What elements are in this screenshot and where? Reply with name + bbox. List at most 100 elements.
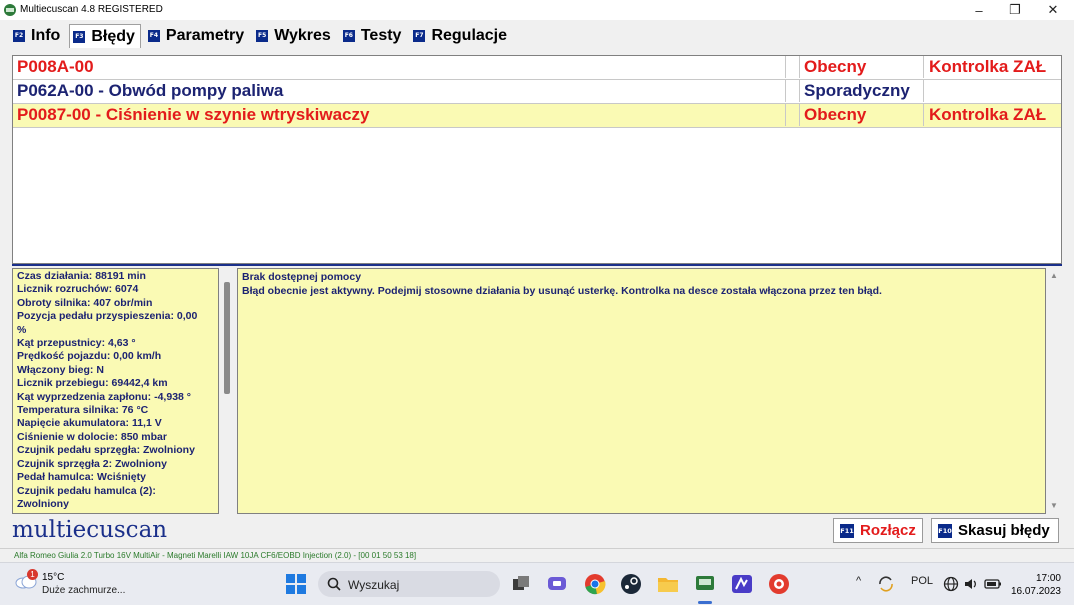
f6-key-icon: F6 xyxy=(342,30,355,42)
search-icon xyxy=(327,577,341,591)
param-line: Włączony bieg: N xyxy=(17,363,104,376)
param-line: Napięcie akumulatora: 11,1 V xyxy=(17,417,162,430)
f11-key-icon: F11 xyxy=(840,523,854,538)
param-line: % xyxy=(17,323,27,336)
param-line: Czujnik pedału sprzęgła: Zwolniony xyxy=(17,444,195,457)
tab-label: Info xyxy=(31,27,61,44)
column-separator xyxy=(785,56,786,78)
clock-time: 17:00 xyxy=(1035,573,1061,584)
search-box[interactable]: Wyszukaj xyxy=(318,571,500,597)
tab-label: Wykres xyxy=(274,27,331,44)
help-text: Błąd obecnie jest aktywny. Podejmij stos… xyxy=(242,285,882,297)
clock[interactable]: 17:00 16.07.2023 xyxy=(1009,572,1061,598)
disconnect-button[interactable]: F11 Rozłącz xyxy=(833,518,923,543)
param-line: Prędkość pojazdu: 0,00 km/h xyxy=(17,350,162,363)
tab-bar: F2 Info F3 Błędy F4 Parametry F5 Wykres … xyxy=(10,24,516,48)
params-scrollbar[interactable] xyxy=(222,268,234,514)
multiecuscan-logo: multiecuscan xyxy=(12,517,168,543)
tab-label: Parametry xyxy=(165,27,245,44)
tab-label: Błędy xyxy=(91,27,135,45)
language-indicator[interactable]: POL xyxy=(911,575,933,587)
app-icon xyxy=(4,4,16,16)
param-line: Temperatura silnika: 76 °C xyxy=(17,404,149,417)
steam-icon[interactable] xyxy=(619,572,643,596)
tray-chevron-icon[interactable]: ^ xyxy=(856,575,861,587)
battery-icon[interactable] xyxy=(984,576,1002,592)
scrollbar-thumb[interactable] xyxy=(224,282,230,394)
f4-key-icon: F4 xyxy=(147,30,160,42)
param-line: Pozycja pedału przyspieszenia: 0,00 xyxy=(17,310,198,323)
app-icon-blue[interactable] xyxy=(730,572,754,596)
dtc-row-selected[interactable]: P0087-00 - Ciśnienie w szynie wtryskiwac… xyxy=(13,104,1061,128)
dtc-lamp: Kontrolka ZAŁ xyxy=(923,56,1061,78)
column-separator xyxy=(785,104,786,126)
status-bar: Alfa Romeo Giulia 2.0 Turbo 16V MultiAir… xyxy=(0,548,1074,563)
tab-testy[interactable]: F6 Testy xyxy=(340,24,407,48)
temperature[interactable]: 15°C xyxy=(42,572,64,583)
windows-start-icon[interactable] xyxy=(284,572,308,596)
freeze-frame-parameters: Czas działania: 88191 min Licznik rozruc… xyxy=(12,268,219,514)
close-button[interactable]: ✕ xyxy=(1035,0,1071,20)
task-view-icon[interactable] xyxy=(509,572,533,596)
app-icon-red[interactable] xyxy=(767,572,791,596)
dtc-lamp xyxy=(923,80,1061,102)
network-icon[interactable] xyxy=(943,576,959,592)
param-line: Kąt wyprzedzenia zapłonu: -4,938 ° xyxy=(17,390,191,403)
sync-icon[interactable] xyxy=(876,574,896,594)
tab-info[interactable]: F2 Info xyxy=(10,24,65,48)
disconnect-label: Rozłącz xyxy=(860,522,916,539)
file-explorer-icon[interactable] xyxy=(656,572,680,596)
dtc-row[interactable]: P008A-00 Obecny Kontrolka ZAŁ xyxy=(13,56,1061,80)
param-line: Ciśnienie w dolocie: 850 mbar xyxy=(17,430,167,443)
tab-wykres[interactable]: F5 Wykres xyxy=(253,24,336,48)
title-bar: Multiecuscan 4.8 REGISTERED – ❐ ✕ xyxy=(0,0,1074,20)
help-panel: Brak dostępnej pomocy Błąd obecnie jest … xyxy=(237,268,1046,514)
minimize-button[interactable]: – xyxy=(961,0,997,20)
f7-key-icon: F7 xyxy=(413,30,426,42)
param-line: Czujnik pedału hamulca (2): xyxy=(17,484,156,497)
scroll-up-icon[interactable]: ▲ xyxy=(1050,271,1058,280)
dtc-list: P008A-00 Obecny Kontrolka ZAŁ P062A-00 -… xyxy=(12,55,1062,264)
tab-bledy[interactable]: F3 Błędy xyxy=(69,24,141,48)
maximize-button[interactable]: ❐ xyxy=(997,0,1033,20)
panel-divider[interactable] xyxy=(12,264,1062,266)
param-line: Czas działania: 88191 min xyxy=(17,270,146,282)
weather-badge: 1 xyxy=(27,569,38,580)
dtc-code: P0087-00 - Ciśnienie w szynie wtryskiwac… xyxy=(17,105,370,124)
help-scrollbar[interactable]: ▲ ▼ xyxy=(1047,268,1061,514)
f10-key-icon: F10 xyxy=(938,523,952,538)
dtc-row[interactable]: P062A-00 - Obwód pompy paliwa Sporadyczn… xyxy=(13,80,1061,104)
tab-parametry[interactable]: F4 Parametry xyxy=(145,24,249,48)
search-placeholder: Wyszukaj xyxy=(348,578,400,592)
scroll-down-icon[interactable]: ▼ xyxy=(1050,501,1058,510)
tab-label: Regulacje xyxy=(431,27,508,44)
param-line: Czujnik sprzęgła 2: Zwolniony xyxy=(17,457,167,470)
dtc-code: P062A-00 - Obwód pompy paliwa xyxy=(17,81,284,100)
tab-label: Testy xyxy=(360,27,402,44)
column-separator xyxy=(785,80,786,102)
taskbar: 1 15°C Duże zachmurze... Wyszukaj ^ POL … xyxy=(0,562,1074,605)
dtc-status: Sporadyczny xyxy=(799,80,928,102)
f3-key-icon: F3 xyxy=(73,30,86,43)
param-line: Obroty silnika: 407 obr/min xyxy=(17,296,153,309)
param-line: Licznik przebiegu: 69442,4 km xyxy=(17,377,168,390)
dtc-lamp: Kontrolka ZAŁ xyxy=(923,104,1061,126)
chat-icon[interactable] xyxy=(545,572,569,596)
dtc-status: Obecny xyxy=(799,104,928,126)
chrome-icon[interactable] xyxy=(583,572,607,596)
vehicle-ecu-info: Alfa Romeo Giulia 2.0 Turbo 16V MultiAir… xyxy=(14,551,417,560)
help-title: Brak dostępnej pomocy xyxy=(242,271,362,283)
param-line: Licznik rozruchów: 6074 xyxy=(17,283,139,296)
weather-description[interactable]: Duże zachmurze... xyxy=(42,585,125,596)
f5-key-icon: F5 xyxy=(256,30,269,42)
volume-icon[interactable] xyxy=(963,576,979,592)
tab-regulacje[interactable]: F7 Regulacje xyxy=(410,24,512,48)
clock-date: 16.07.2023 xyxy=(1010,586,1061,597)
multiecuscan-taskbar-icon[interactable] xyxy=(693,572,717,596)
dtc-status: Obecny xyxy=(799,56,928,78)
clear-errors-button[interactable]: F10 Skasuj błędy xyxy=(931,518,1059,543)
f2-key-icon: F2 xyxy=(13,30,25,42)
param-line: Zwolniony xyxy=(17,497,69,510)
param-line: Pedał hamulca: Wciśnięty xyxy=(17,471,146,484)
param-line: Kąt przepustnicy: 4,63 ° xyxy=(17,337,136,350)
